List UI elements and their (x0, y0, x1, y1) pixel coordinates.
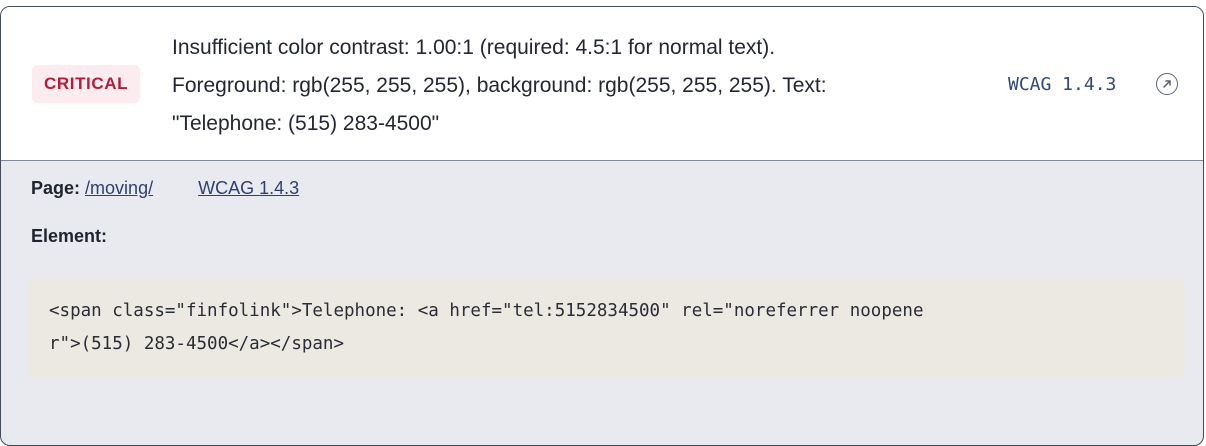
wcag-criterion-code: WCAG 1.4.3 (1008, 74, 1117, 95)
wcag-link[interactable]: WCAG 1.4.3 (198, 178, 299, 198)
page-label: Page: (31, 178, 81, 198)
element-label: Element: (31, 226, 108, 246)
page-link[interactable]: /moving/ (85, 178, 153, 198)
code-line: <span class="finfolink">Telephone: <a hr… (49, 301, 924, 321)
issue-details: Page: /moving/ WCAG 1.4.3 Element: (31, 175, 1183, 249)
expand-collapse-icon[interactable] (1156, 73, 1178, 95)
message-line: Insufficient color contrast: 1.00:1 (req… (172, 36, 776, 59)
code-line: r">(515) 283-4500</a></span> (49, 334, 345, 354)
message-line: Foreground: rgb(255, 255, 255), backgrou… (172, 74, 827, 97)
issue-message: Insufficient color contrast: 1.00:1 (req… (172, 29, 952, 143)
page-meta-row: Page: /moving/ WCAG 1.4.3 (31, 175, 1183, 201)
message-line: "Telephone: (515) 283-4500" (172, 112, 440, 135)
severity-badge: CRITICAL (32, 65, 141, 103)
issue-card: CRITICAL Insufficient color contrast: 1.… (0, 6, 1204, 446)
element-code-block: <span class="finfolink">Telephone: <a hr… (27, 279, 1185, 377)
issue-header[interactable]: CRITICAL Insufficient color contrast: 1.… (1, 7, 1203, 161)
arrow-icon (1163, 80, 1171, 88)
